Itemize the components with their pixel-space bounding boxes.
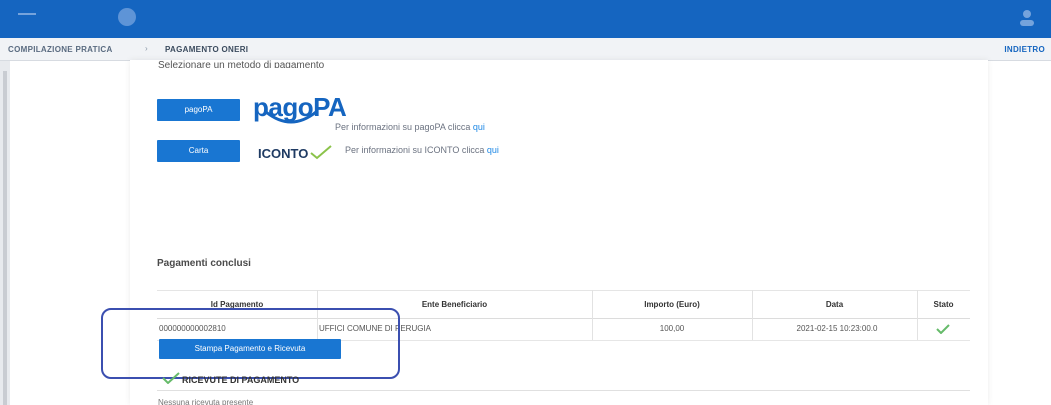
back-link[interactable]: INDIETRO <box>1004 45 1045 54</box>
iconto-info-text: Per informazioni su ICONTO clicca qui <box>345 145 499 155</box>
left-scrollbar[interactable] <box>3 71 7 405</box>
iconto-info-prefix: Per informazioni su ICONTO clicca <box>345 145 487 155</box>
app-logo-icon <box>118 8 136 26</box>
carta-button[interactable]: Carta <box>157 140 240 162</box>
cell-importo: 100,00 <box>659 324 685 333</box>
column-divider <box>592 290 593 340</box>
menu-icon[interactable] <box>18 11 38 27</box>
breadcrumb: COMPILAZIONE PRATICA › PAGAMENTO ONERI I… <box>0 38 1051 61</box>
breadcrumb-separator: › <box>145 44 148 53</box>
header-data: Data <box>825 300 844 309</box>
user-icon[interactable] <box>1017 8 1037 28</box>
check-icon <box>936 324 950 334</box>
section-title-pagamenti-conclusi: Pagamenti conclusi <box>157 258 251 269</box>
header-stato: Stato <box>933 300 954 309</box>
left-scroll-track <box>0 61 10 405</box>
ricevute-check-icon <box>162 372 180 384</box>
header-importo: Importo (Euro) <box>644 300 700 309</box>
column-divider <box>917 290 918 340</box>
section-divider <box>157 390 970 391</box>
pagopa-info-text: Per informazioni su pagoPA clicca qui <box>335 122 485 132</box>
ricevute-label[interactable]: RICEVUTE DI PAGAMENTO <box>182 375 299 385</box>
intro-text: Selezionare un metodo di pagamento <box>158 60 325 68</box>
cell-data: 2021-02-15 10:23:00.0 <box>796 324 878 333</box>
pagopa-info-link[interactable]: qui <box>473 122 485 132</box>
pagopa-logo-arc-icon <box>265 110 317 124</box>
breadcrumb-step-compilazione[interactable]: COMPILAZIONE PRATICA <box>8 45 113 54</box>
column-divider <box>752 290 753 340</box>
iconto-info-link[interactable]: qui <box>487 145 499 155</box>
highlight-annotation <box>101 308 400 379</box>
iconto-check-icon <box>310 145 332 160</box>
pagopa-info-prefix: Per informazioni su pagoPA clicca <box>335 122 473 132</box>
iconto-logo: ICONTO <box>258 146 309 161</box>
top-navigation-bar <box>0 0 1051 38</box>
bottom-text: Nessuna ricevuta presente <box>158 398 254 405</box>
breadcrumb-step-pagamento: PAGAMENTO ONERI <box>165 45 249 54</box>
pagopa-button[interactable]: pagoPA <box>157 99 240 121</box>
